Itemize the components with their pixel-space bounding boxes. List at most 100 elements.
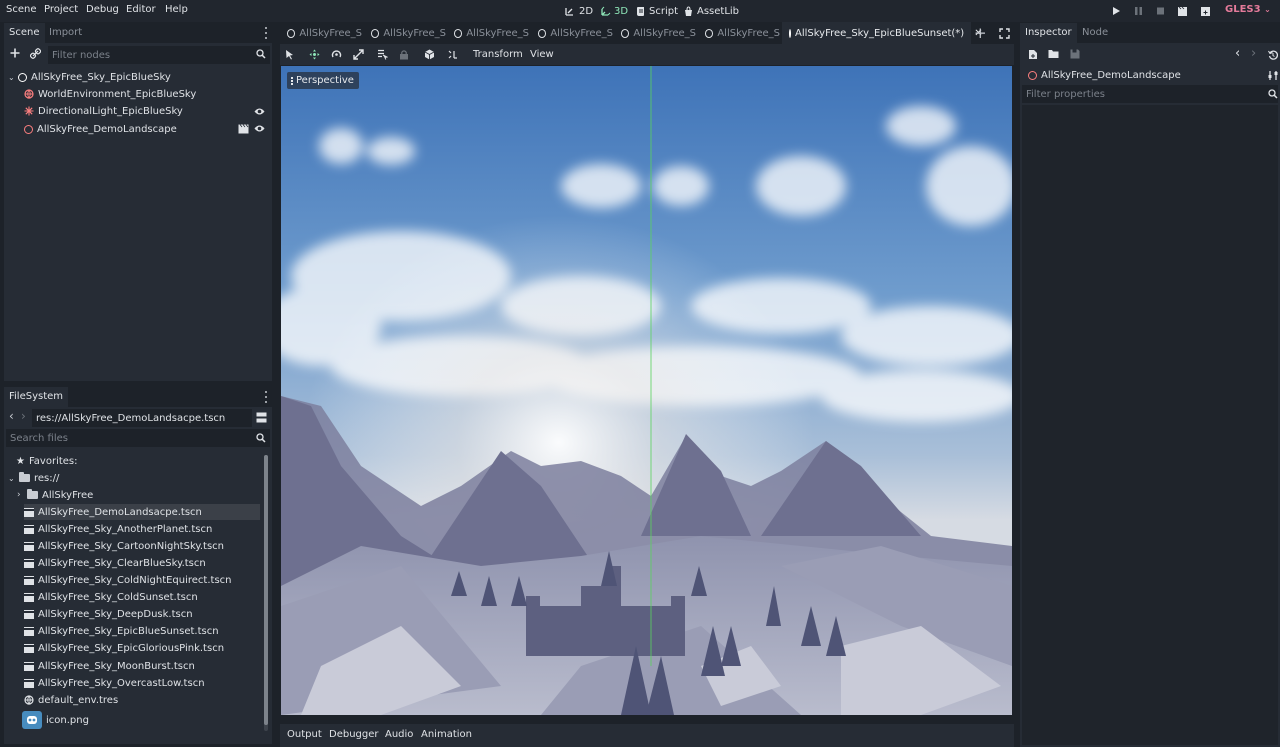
- pause-icon[interactable]: [1134, 3, 1143, 19]
- group-icon[interactable]: [424, 47, 435, 62]
- menu-scene[interactable]: Scene: [6, 4, 37, 15]
- workspace-2d-button[interactable]: 2D: [565, 3, 593, 19]
- inspected-object[interactable]: AllSkyFree_DemoLandscape: [1028, 67, 1181, 83]
- list-item[interactable]: AllSkyFree_Sky_DeepDusk.tscn: [24, 607, 193, 623]
- tab-inspector[interactable]: Inspector: [1020, 23, 1077, 43]
- save-icon[interactable]: [1070, 49, 1080, 59]
- scrollbar[interactable]: [264, 455, 268, 731]
- list-item[interactable]: AllSkyFree_DemoLandsacpe.tscn: [24, 504, 260, 521]
- tab-node[interactable]: Node: [1077, 23, 1113, 43]
- scale-tool-icon[interactable]: [353, 47, 364, 62]
- tree-node-label: AllSkyFree_Sky_EpicBlueSky: [31, 71, 171, 83]
- 3d-viewport[interactable]: [281, 66, 1012, 715]
- list-item[interactable]: AllSkyFree_Sky_ColdSunset.tscn: [24, 590, 198, 606]
- list-item-label: AllSkyFree_DemoLandsacpe.tscn: [38, 506, 202, 518]
- menu-debug[interactable]: Debug: [86, 4, 119, 15]
- scene-tab[interactable]: AllSkyFree_S: [364, 22, 446, 44]
- list-item[interactable]: AllSkyFree_Sky_CartoonNightSky.tscn: [24, 538, 224, 554]
- chevron-down-icon[interactable]: ⌄: [8, 73, 15, 82]
- list-item[interactable]: › AllSkyFree: [17, 487, 93, 503]
- tools-wrench-icon[interactable]: [1268, 70, 1278, 81]
- list-item[interactable]: AllSkyFree_Sky_EpicBlueSunset.tscn: [24, 624, 219, 640]
- scrollbar-thumb[interactable]: [264, 455, 268, 725]
- list-item[interactable]: AllSkyFree_Sky_MoonBurst.tscn: [24, 658, 195, 674]
- distraction-free-icon[interactable]: [999, 28, 1010, 39]
- list-item[interactable]: AllSkyFree_Sky_AnotherPlanet.tscn: [24, 521, 212, 537]
- list-item[interactable]: AllSkyFree_Sky_ClearBlueSky.tscn: [24, 555, 206, 571]
- play-custom-scene-icon[interactable]: [1200, 3, 1211, 19]
- toggle-split-mode-icon[interactable]: [256, 412, 267, 423]
- favorites-item[interactable]: ★ Favorites:: [16, 453, 78, 469]
- filesystem-path-field[interactable]: [32, 409, 252, 427]
- menu-dots-icon[interactable]: [264, 27, 268, 39]
- tab-audio[interactable]: Audio: [385, 729, 413, 740]
- menu-dots-icon[interactable]: [264, 391, 268, 403]
- transform-menu[interactable]: Transform: [473, 47, 523, 62]
- search-files-input[interactable]: [6, 429, 270, 447]
- tab-output[interactable]: Output: [287, 729, 322, 740]
- workspace-assetlib-button[interactable]: AssetLib: [683, 3, 739, 19]
- select-tool-icon[interactable]: [285, 47, 295, 62]
- play-icon[interactable]: [1112, 3, 1121, 19]
- play-scene-icon[interactable]: [1177, 3, 1188, 19]
- list-item[interactable]: AllSkyFree_Sky_EpicGloriousPink.tscn: [24, 641, 224, 657]
- environment-file-icon: [24, 695, 34, 706]
- tree-node-demolandscape[interactable]: AllSkyFree_DemoLandscape: [24, 121, 177, 137]
- move-tool-icon[interactable]: [309, 47, 320, 62]
- tree-node-worldenvironment[interactable]: WorldEnvironment_EpicBlueSky: [24, 86, 196, 102]
- use-local-space-icon[interactable]: [447, 47, 458, 62]
- tree-node-root[interactable]: ⌄ AllSkyFree_Sky_EpicBlueSky: [8, 69, 171, 85]
- tab-animation[interactable]: Animation: [421, 729, 472, 740]
- list-item[interactable]: AllSkyFree_Sky_ColdNightEquirect.tscn: [24, 573, 232, 589]
- perspective-menu-button[interactable]: Perspective: [287, 72, 359, 89]
- open-folder-icon[interactable]: [1048, 49, 1059, 59]
- tab-scene[interactable]: Scene: [4, 23, 45, 43]
- filter-nodes-input[interactable]: [48, 46, 270, 64]
- list-item[interactable]: AllSkyFree_Sky_OvercastLow.tscn: [24, 675, 205, 691]
- tree-node-directionallight[interactable]: DirectionalLight_EpicBlueSky: [24, 103, 183, 119]
- view-menu[interactable]: View: [530, 47, 554, 62]
- scene-tab[interactable]: AllSkyFree_Sky_EpicBlueSunset(*) ✕: [782, 22, 983, 44]
- list-item[interactable]: default_env.tres: [24, 692, 118, 708]
- history-forward-icon[interactable]: ›: [1251, 46, 1256, 61]
- chevron-down-icon[interactable]: ⌄: [8, 474, 15, 483]
- menubar: Scene Project Debug Editor Help 2D 3D Sc…: [0, 0, 1280, 22]
- scene-tab[interactable]: AllSkyFree_S: [447, 22, 529, 44]
- perspective-label: Perspective: [296, 75, 354, 86]
- lock-icon[interactable]: [399, 47, 409, 62]
- res-root-label: res://: [34, 472, 60, 484]
- chevron-right-icon[interactable]: ›: [17, 490, 23, 500]
- visibility-eye-icon[interactable]: [254, 107, 265, 116]
- new-resource-icon[interactable]: [1028, 49, 1038, 60]
- scene-tab[interactable]: AllSkyFree_S: [531, 22, 613, 44]
- filter-properties-input[interactable]: [1022, 85, 1278, 103]
- open-in-editor-icon[interactable]: [238, 124, 249, 134]
- renderer-select[interactable]: GLES3 ⌄: [1225, 4, 1271, 15]
- scene-tab[interactable]: AllSkyFree_S: [280, 22, 362, 44]
- add-scene-tab-icon[interactable]: +: [974, 24, 987, 42]
- add-node-icon[interactable]: [10, 48, 20, 58]
- menu-help[interactable]: Help: [165, 4, 188, 15]
- instance-child-scene-icon[interactable]: [30, 48, 41, 59]
- history-icon[interactable]: [1268, 50, 1278, 60]
- workspace-script-button[interactable]: Script: [636, 3, 678, 19]
- list-item[interactable]: icon.png: [22, 711, 89, 730]
- scene-tab-label: AllSkyFree_Sky_EpicBlueSunset(*): [795, 27, 965, 39]
- history-back-icon[interactable]: ‹: [1235, 46, 1240, 61]
- list-select-icon[interactable]: [377, 47, 388, 62]
- res-root-item[interactable]: ⌄ res://: [8, 470, 59, 486]
- tab-import[interactable]: Import: [44, 23, 87, 43]
- forward-arrow-icon[interactable]: ›: [21, 409, 26, 423]
- tab-filesystem[interactable]: FileSystem: [4, 387, 69, 407]
- workspace-3d-button[interactable]: 3D: [600, 3, 628, 19]
- scene-tab[interactable]: AllSkyFree_S: [698, 22, 780, 44]
- visibility-eye-icon[interactable]: [254, 124, 265, 133]
- tab-debugger[interactable]: Debugger: [329, 729, 379, 740]
- scene-tab[interactable]: AllSkyFree_S: [614, 22, 696, 44]
- rotate-tool-icon[interactable]: [331, 47, 342, 62]
- menu-editor[interactable]: Editor: [126, 4, 156, 15]
- stop-icon[interactable]: [1156, 3, 1165, 19]
- menu-project[interactable]: Project: [44, 4, 78, 15]
- scene-tabs: AllSkyFree_S AllSkyFree_S AllSkyFree_S AllS…: [280, 22, 1014, 44]
- back-arrow-icon[interactable]: ‹: [9, 409, 14, 423]
